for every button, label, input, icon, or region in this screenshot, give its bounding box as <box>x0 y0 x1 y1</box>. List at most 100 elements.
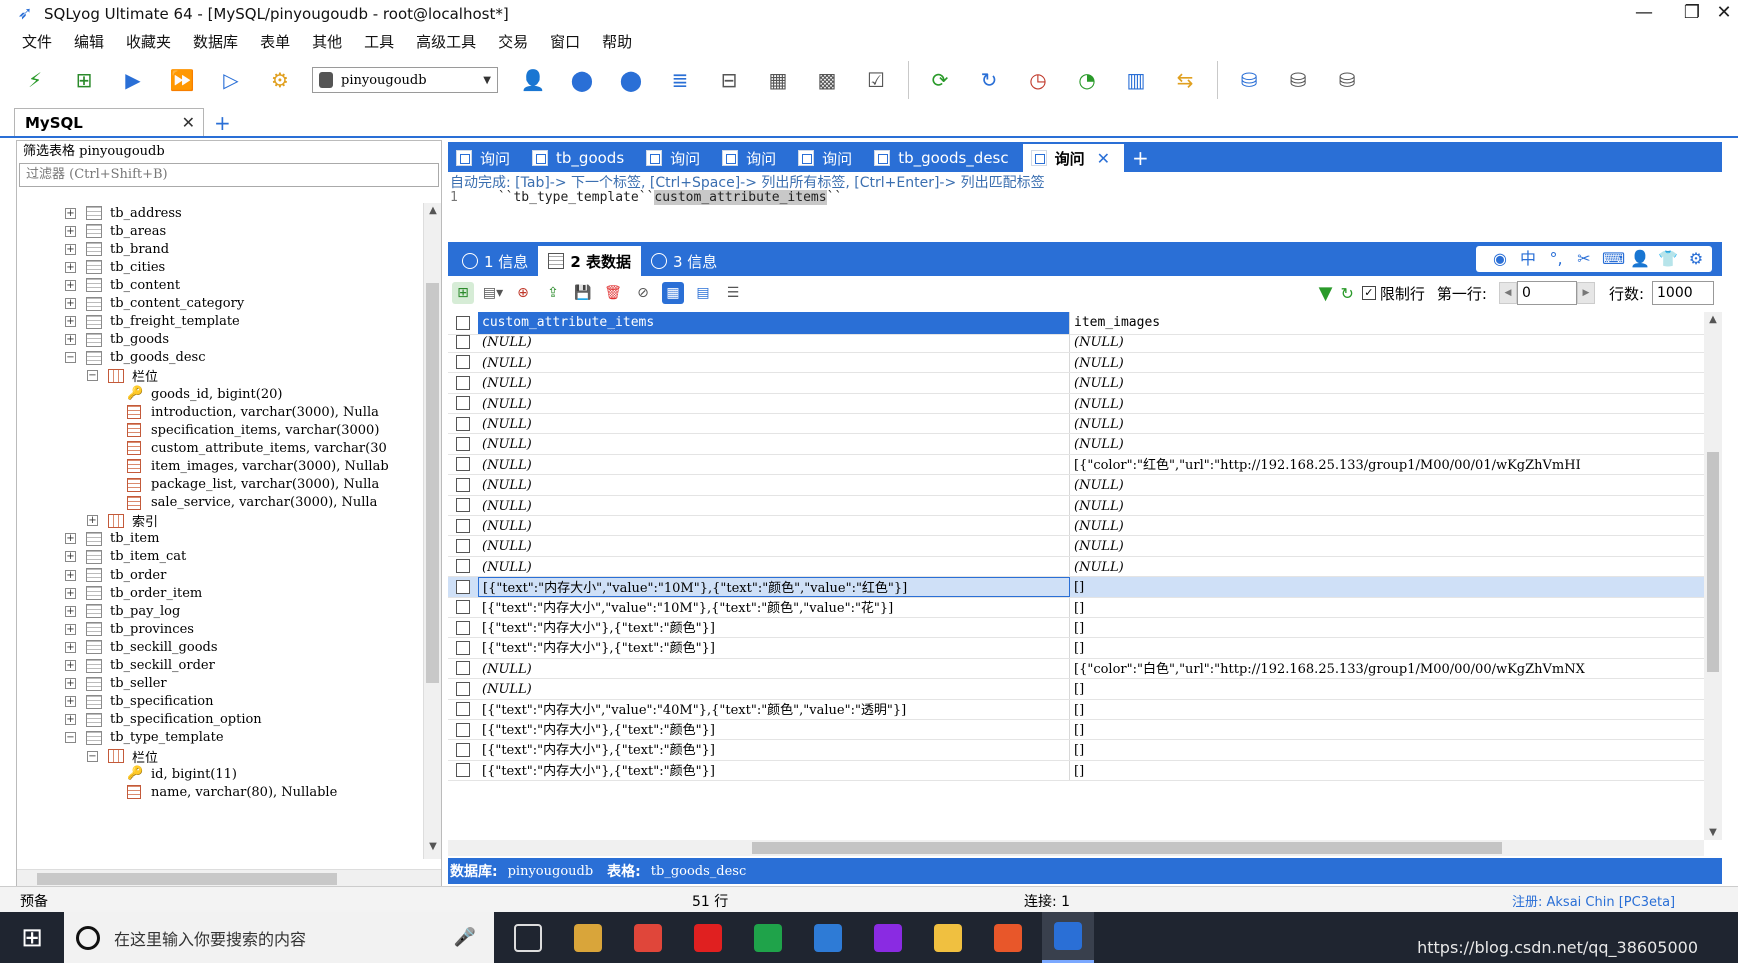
query-tab[interactable]: tb_goods_desc <box>866 144 1022 172</box>
table-row[interactable]: (NULL) (NULL) <box>448 536 1704 557</box>
ime-logo-icon[interactable]: ◉ <box>1490 249 1510 269</box>
grid-cell[interactable]: (NULL) <box>1070 353 1704 372</box>
tree-table-node[interactable]: + tb_item_cat <box>65 547 186 567</box>
red-app-icon[interactable] <box>682 912 734 963</box>
menu-item[interactable]: 文件 <box>22 31 52 52</box>
tree-group-node[interactable]: − 栏位 <box>87 746 158 766</box>
grid-view-icon[interactable]: ▦ <box>662 282 684 304</box>
tree-table-node[interactable]: + tb_brand <box>65 239 169 259</box>
add-query-tab-button[interactable]: + <box>1132 144 1149 172</box>
scheduler-icon[interactable]: ◷ <box>1021 63 1055 97</box>
first-row-input[interactable]: 0 <box>1516 281 1577 305</box>
create-db-icon[interactable]: ⬤ <box>565 63 599 97</box>
grid-cell[interactable]: [{"text":"内存大小"},{"text":"颜色"}] <box>478 740 1070 760</box>
table-row[interactable]: (NULL) (NULL) <box>448 352 1704 374</box>
table-row[interactable]: (NULL) (NULL) <box>448 516 1704 537</box>
delete-icon[interactable]: 🗑 <box>602 282 624 304</box>
row-checkbox[interactable] <box>448 518 478 533</box>
grid-cell[interactable]: (NULL) <box>1070 394 1704 413</box>
database-icon[interactable]: ⛁ <box>1232 63 1266 97</box>
import-icon[interactable]: ⊟ <box>712 63 746 97</box>
table-row[interactable]: [{"text":"内存大小","value":"40M"},{"text":"… <box>448 699 1704 720</box>
new-query-icon[interactable]: ⊞ <box>67 63 101 97</box>
backup-icon[interactable]: ≣ <box>663 63 697 97</box>
menu-item[interactable]: 工具 <box>364 31 394 52</box>
text-view-icon[interactable]: ☰ <box>722 282 744 304</box>
grid-cell[interactable]: [{"text":"内存大小"},{"text":"颜色"}] <box>478 760 1070 781</box>
query-tab[interactable]: 询问 <box>790 144 866 172</box>
execute-edit-icon[interactable]: ▷ <box>214 63 248 97</box>
grid-cell[interactable]: (NULL) <box>1070 536 1704 555</box>
grid-cell[interactable]: (NULL) <box>1070 414 1704 433</box>
table-row[interactable]: (NULL) (NULL) <box>448 475 1704 496</box>
tree-scroll-thumb[interactable] <box>426 283 439 683</box>
tree-column-node[interactable]: sale_service, varchar(3000), Nulla <box>127 493 377 513</box>
collapse-icon[interactable]: − <box>65 732 76 744</box>
tree-table-node[interactable]: + tb_provinces <box>65 619 194 639</box>
ime-settings-icon[interactable]: ⚙ <box>1686 249 1706 269</box>
tree-table-node[interactable]: + tb_cities <box>65 257 165 277</box>
files-app-icon[interactable] <box>562 912 614 963</box>
expand-icon[interactable]: + <box>65 551 76 563</box>
expand-icon[interactable]: + <box>65 533 76 545</box>
grid-vertical-scrollbar[interactable]: ▲ ▼ <box>1704 312 1722 840</box>
menu-item[interactable]: 编辑 <box>74 31 104 52</box>
ime-skin-icon[interactable]: 👕 <box>1658 249 1678 269</box>
tree-column-node[interactable]: 🔑 goods_id, bigint(20) <box>127 384 282 404</box>
row-checkbox[interactable] <box>448 641 478 656</box>
table-row[interactable]: (NULL) (NULL) <box>448 332 1704 353</box>
ime-keyboard-icon[interactable]: ⌨ <box>1602 249 1625 269</box>
table-row[interactable]: [{"text":"内存大小","value":"10M"},{"text":"… <box>448 577 1704 598</box>
grid-cell[interactable]: [{"text":"内存大小"},{"text":"颜色"}] <box>478 638 1070 658</box>
grid-cell[interactable]: (NULL) <box>478 454 1070 475</box>
grid-cell[interactable]: [{"text":"内存大小","value":"10M"},{"text":"… <box>478 577 1070 597</box>
query-tab[interactable]: 询问 ✕ <box>1022 144 1125 172</box>
grid-cell[interactable]: [] <box>1070 700 1704 719</box>
row-checkbox[interactable] <box>448 437 478 452</box>
expand-icon[interactable]: + <box>65 207 76 219</box>
menu-item[interactable]: 数据库 <box>193 31 238 52</box>
close-icon[interactable]: ✕ <box>182 113 195 132</box>
expand-icon[interactable]: + <box>65 261 76 273</box>
add-connection-button[interactable]: + <box>214 110 231 136</box>
taskbar-search[interactable]: 在这里输入你要搜索的内容 🎤 <box>64 912 494 963</box>
grid-cell[interactable]: (NULL) <box>1070 373 1704 392</box>
ime-chinese-icon[interactable]: 中 <box>1518 249 1538 269</box>
expand-icon[interactable]: + <box>65 316 76 328</box>
table-row[interactable]: (NULL) (NULL) <box>448 556 1704 578</box>
collapse-icon[interactable]: − <box>87 750 98 762</box>
grid-cell[interactable]: [{"text":"内存大小"},{"text":"颜色"}] <box>478 720 1070 740</box>
explorer-icon[interactable] <box>922 912 974 963</box>
table-row[interactable]: [{"text":"内存大小"},{"text":"颜色"}][] <box>448 760 1704 782</box>
green-app-icon[interactable] <box>742 912 794 963</box>
row-checkbox[interactable] <box>448 416 478 431</box>
grid-cell[interactable]: (NULL) <box>478 373 1070 393</box>
table-row[interactable]: [{"text":"内存大小"},{"text":"颜色"}][] <box>448 740 1704 761</box>
pdf-app-icon[interactable] <box>982 912 1034 963</box>
grid-horizontal-scrollbar[interactable] <box>448 840 1704 856</box>
tree-horizontal-scrollbar[interactable] <box>17 869 441 887</box>
row-checkbox[interactable] <box>448 477 478 492</box>
filter-icon[interactable]: ▼ <box>1319 283 1333 304</box>
grid-cell[interactable]: (NULL) <box>478 658 1070 679</box>
execute-all-icon[interactable]: ⏩ <box>165 63 199 97</box>
menu-item[interactable]: 其他 <box>312 31 342 52</box>
compare-icon[interactable]: ⇆ <box>1168 63 1202 97</box>
tree-table-node[interactable]: + tb_order <box>65 565 166 585</box>
menu-item[interactable]: 高级工具 <box>416 31 476 52</box>
scroll-down-icon[interactable]: ▼ <box>1704 827 1722 838</box>
import-export-icon[interactable]: ⛁ <box>1330 63 1364 97</box>
expand-icon[interactable]: + <box>65 641 76 653</box>
status-register[interactable]: 注册: Aksai Chin [PC3eta] <box>1512 891 1675 910</box>
table-row[interactable]: [{"text":"内存大小"},{"text":"颜色"}][] <box>448 720 1704 741</box>
tree-table-node[interactable]: + tb_order_item <box>65 583 202 603</box>
grid-cell[interactable]: (NULL) <box>478 352 1070 373</box>
ime-punct-icon[interactable]: °, <box>1546 249 1566 269</box>
tree-table-node[interactable]: + tb_item <box>65 529 159 549</box>
grid-cell[interactable]: (NULL) <box>1070 557 1704 576</box>
table-row[interactable]: [{"text":"内存大小","value":"10M"},{"text":"… <box>448 597 1704 618</box>
grid-cell[interactable]: (NULL) <box>1070 434 1704 453</box>
row-checkbox[interactable] <box>448 763 478 778</box>
expand-icon[interactable]: + <box>65 587 76 599</box>
copy-db-icon[interactable]: ⬤ <box>614 63 648 97</box>
